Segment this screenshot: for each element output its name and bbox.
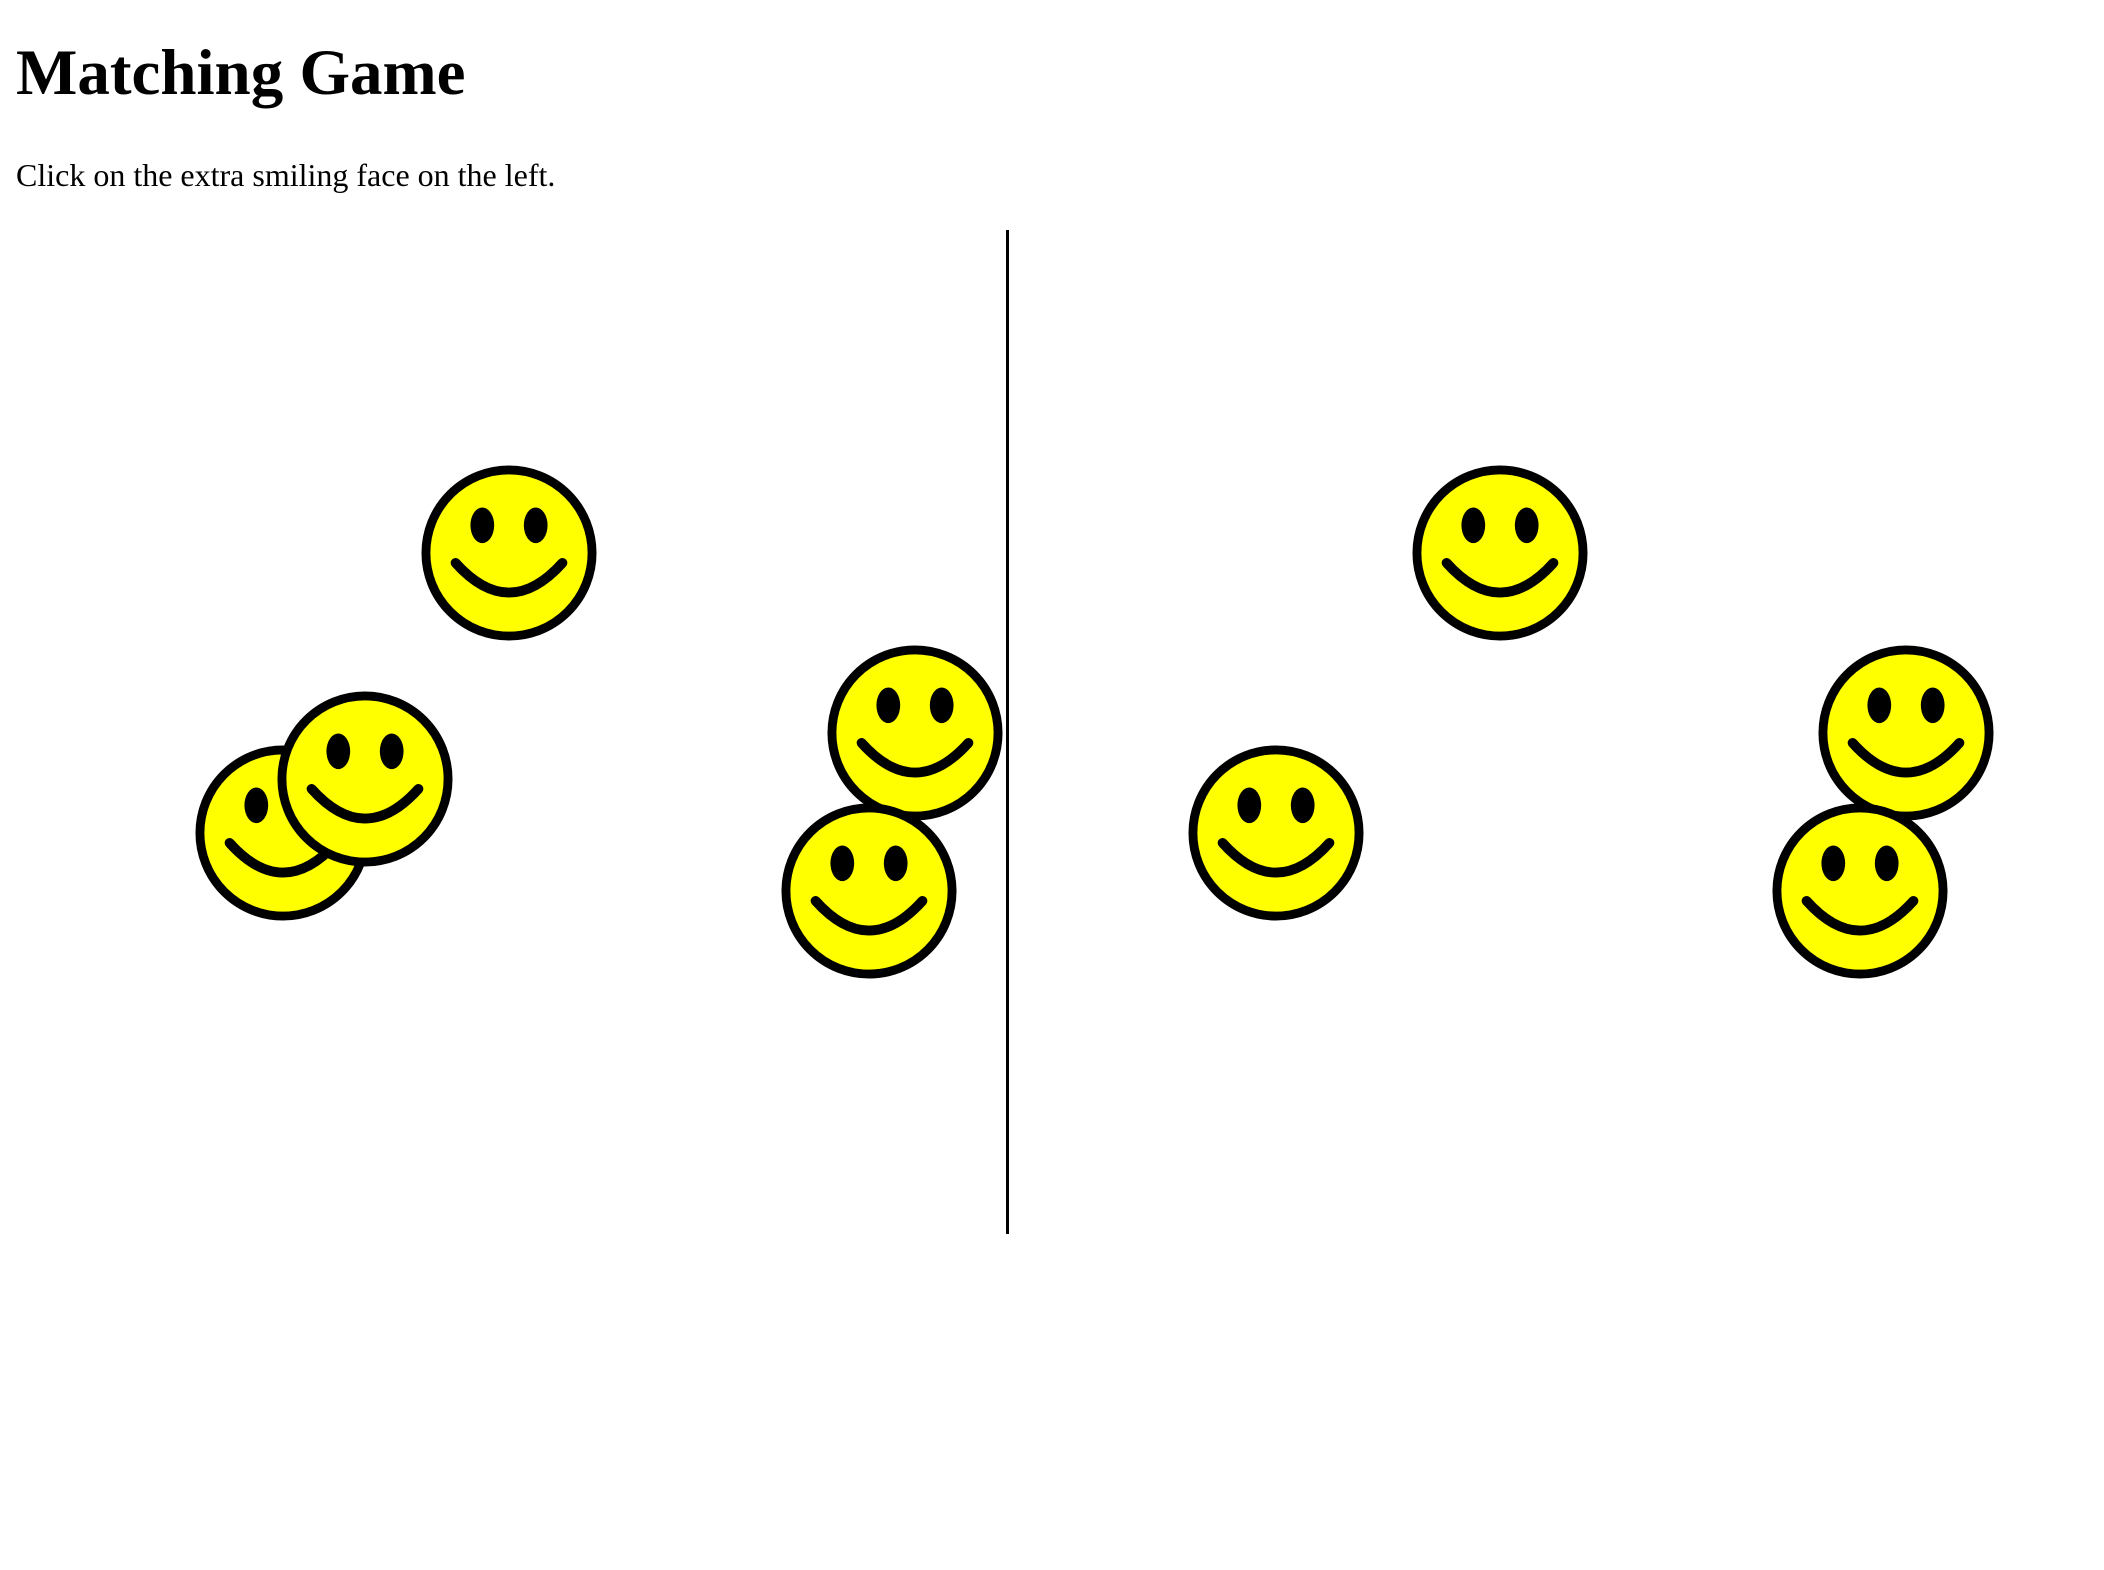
smiley-face-icon[interactable] [826, 644, 1004, 822]
smiley-face-icon [1187, 744, 1365, 922]
smiley-face-icon[interactable] [780, 802, 958, 980]
instructions-text: Click on the extra smiling face on the l… [16, 157, 556, 193]
smiley-face-icon[interactable] [276, 690, 454, 868]
game-board [0, 230, 2014, 1234]
smiley-face-icon [1771, 802, 1949, 980]
smiley-face-icon [1411, 464, 1589, 642]
smiley-face-icon [1817, 644, 1995, 822]
left-panel [0, 230, 1009, 1234]
smiley-face-icon[interactable] [420, 464, 598, 642]
page-title: Matching Game [16, 37, 466, 109]
right-panel [1009, 230, 2015, 1234]
